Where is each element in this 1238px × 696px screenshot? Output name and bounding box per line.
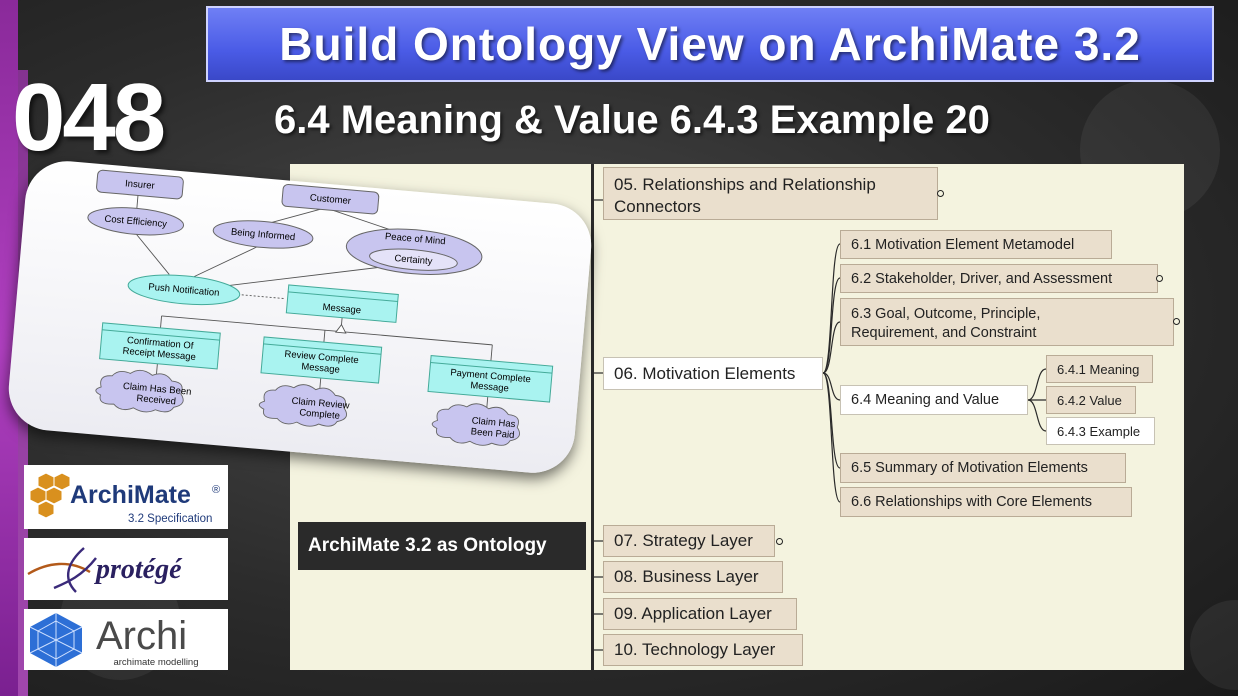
collapse-marker[interactable] <box>776 538 783 545</box>
node-6-5[interactable]: 6.5 Summary of Motivation Elements <box>840 453 1126 483</box>
node-6-1[interactable]: 6.1 Motivation Element Metamodel <box>840 230 1112 259</box>
node-05-relationships[interactable]: 05. Relationships and Relationship Conne… <box>603 167 938 220</box>
node-6-2[interactable]: 6.2 Stakeholder, Driver, and Assessment <box>840 264 1158 293</box>
archi-logo-name: Archi <box>96 614 187 658</box>
node-6-4-1-label: 6.4.1 Meaning <box>1057 361 1140 377</box>
node-6-4-2-label: 6.4.2 Value <box>1057 392 1122 408</box>
archi-cube-icon <box>29 613 83 667</box>
archimate-diagram: Insurer Customer Cost Efficiency Being I… <box>87 169 554 446</box>
protege-logo: protégé <box>24 538 228 600</box>
mind-map-root[interactable]: ArchiMate 3.2 as Ontology <box>298 522 586 570</box>
node-6-1-label: 6.1 Motivation Element Metamodel <box>851 236 1075 253</box>
archimate-logo-name: ArchiMate <box>70 481 191 509</box>
node-05-line-1: 05. Relationships and Relationship <box>614 175 876 194</box>
node-06-motivation-elements[interactable]: 06. Motivation Elements <box>603 357 823 390</box>
collapse-marker[interactable] <box>1156 275 1163 282</box>
node-10-technology-layer[interactable]: 10. Technology Layer <box>603 634 803 666</box>
node-07-label: 07. Strategy Layer <box>614 531 753 550</box>
node-6-6-label: 6.6 Relationships with Core Elements <box>851 494 1092 510</box>
archi-logo-tagline: archimate modelling <box>113 657 198 668</box>
page-subtitle: 6.4 Meaning & Value 6.4.3 Example 20 <box>274 98 990 142</box>
archimate-logo-spec: 3.2 Specification <box>128 513 212 525</box>
archimate-logo-registered: ® <box>212 484 220 496</box>
node-6-5-label: 6.5 Summary of Motivation Elements <box>851 460 1088 476</box>
node-6-6[interactable]: 6.6 Relationships with Core Elements <box>840 487 1132 517</box>
node-07-strategy-layer[interactable]: 07. Strategy Layer <box>603 525 775 557</box>
node-05-line-2: Connectors <box>614 197 701 217</box>
node-6-3-line-2: Requirement, and Constraint <box>851 324 1037 341</box>
episode-number: 048 <box>12 64 166 171</box>
node-6-4-3-label: 6.4.3 Example <box>1057 423 1141 439</box>
node-6-3-line-1: 6.3 Goal, Outcome, Principle, <box>851 306 1041 322</box>
node-6-4-2[interactable]: 6.4.2 Value <box>1046 386 1136 414</box>
archi-logo: Archi archimate modelling <box>24 609 228 670</box>
node-10-label: 10. Technology Layer <box>614 640 776 659</box>
node-09-application-layer[interactable]: 09. Application Layer <box>603 598 797 630</box>
node-6-4-label: 6.4 Meaning and Value <box>851 392 1000 408</box>
node-6-4-1[interactable]: 6.4.1 Meaning <box>1046 355 1153 383</box>
node-6-4[interactable]: 6.4 Meaning and Value <box>840 385 1028 415</box>
node-08-business-layer[interactable]: 08. Business Layer <box>603 561 783 593</box>
node-6-4-3[interactable]: 6.4.3 Example <box>1046 417 1155 445</box>
node-09-label: 09. Application Layer <box>614 604 772 623</box>
protege-logo-name: protégé <box>94 554 183 585</box>
node-08-label: 08. Business Layer <box>614 567 759 586</box>
node-6-3[interactable]: 6.3 Goal, Outcome, Principle, Requiremen… <box>840 298 1174 346</box>
root-label: ArchiMate 3.2 as Ontology <box>308 535 547 556</box>
archimate-diagram-card: Insurer Customer Cost Efficiency Being I… <box>5 157 595 477</box>
title-banner: Build Ontology View on ArchiMate 3.2 <box>206 6 1214 82</box>
hexagon-cluster-icon <box>29 472 71 519</box>
protege-swirl-icon <box>27 547 97 593</box>
archimate-logo: ArchiMate ® 3.2 Specification <box>24 465 228 529</box>
bokeh-circle <box>1190 600 1238 690</box>
collapse-marker[interactable] <box>1173 318 1180 325</box>
node-06-label: 06. Motivation Elements <box>614 363 796 383</box>
banner-title: Build Ontology View on ArchiMate 3.2 <box>279 18 1141 70</box>
collapse-marker[interactable] <box>937 190 944 197</box>
node-6-2-label: 6.2 Stakeholder, Driver, and Assessment <box>851 270 1113 287</box>
